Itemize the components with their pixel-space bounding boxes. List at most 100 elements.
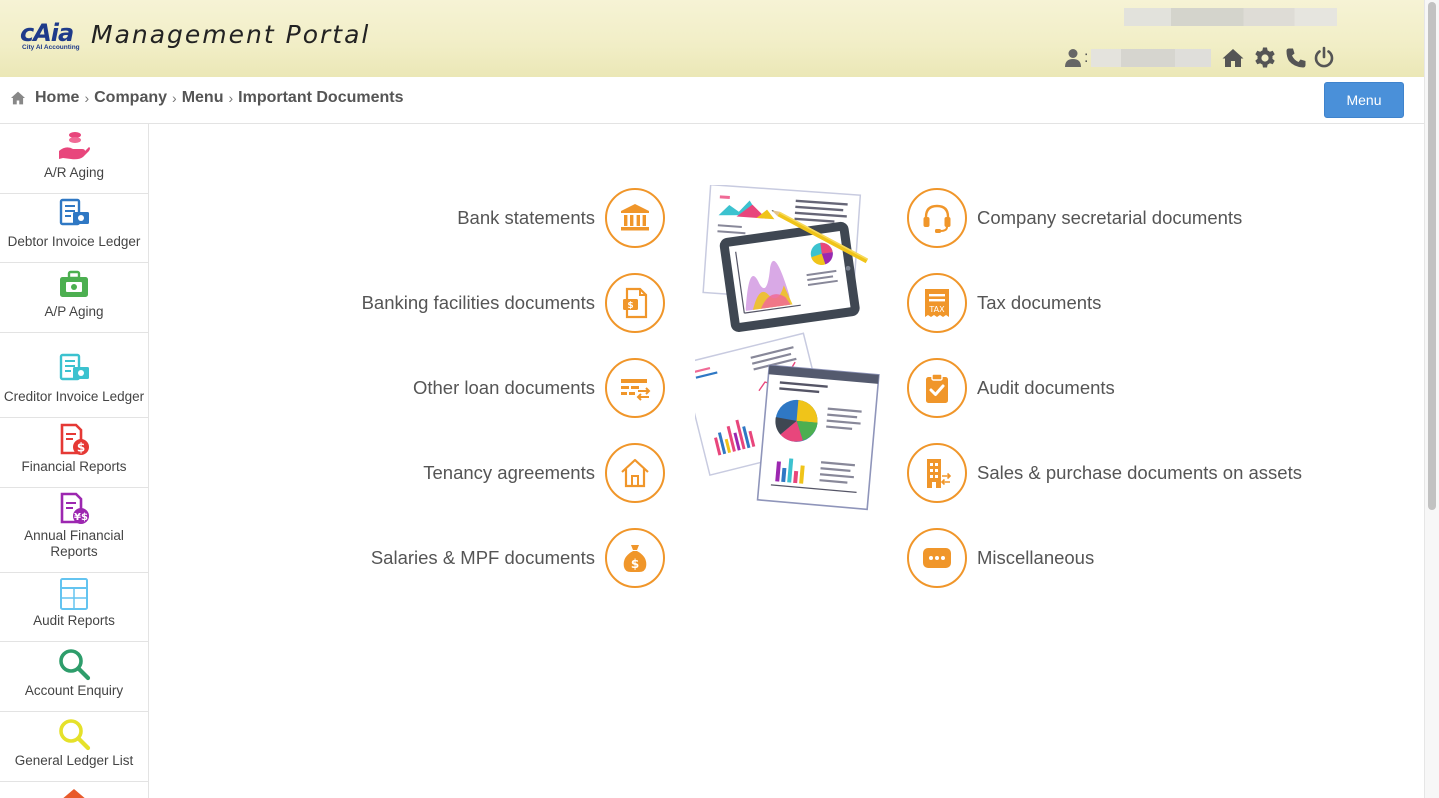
sidebar-item-label: General Ledger List bbox=[14, 753, 134, 768]
app-window: cAia City AI Accounting Management Porta… bbox=[0, 0, 1439, 798]
doc-icon-circle bbox=[605, 188, 665, 248]
doc-icon-circle bbox=[605, 358, 665, 418]
svg-text:$: $ bbox=[77, 441, 85, 455]
company-logo[interactable]: cAia City AI Accounting bbox=[20, 20, 84, 52]
scrollbar-thumb[interactable] bbox=[1428, 2, 1436, 510]
sidebar-item-label: Debtor Invoice Ledger bbox=[7, 234, 141, 249]
breadcrumb-separator: › bbox=[172, 90, 177, 106]
report-yen-icon: ¥$ bbox=[60, 492, 89, 524]
page-scrollbar[interactable] bbox=[1424, 0, 1439, 798]
headset-icon bbox=[923, 204, 951, 233]
magnifier-icon bbox=[59, 719, 91, 751]
doc-salaries-mpf[interactable]: Salaries & MPF documents $ bbox=[371, 528, 665, 588]
breadcrumb-home-icon[interactable] bbox=[10, 91, 26, 105]
breadcrumb-bar: Home › Company › Menu › Important Docume… bbox=[0, 77, 1424, 124]
sidebar-item-annual-financial-reports[interactable]: ¥$ Annual Financial Reports bbox=[0, 488, 148, 573]
doc-icon-circle: TAX bbox=[907, 273, 967, 333]
logo-subtitle: City AI Accounting bbox=[22, 44, 80, 51]
magnifier-icon bbox=[59, 649, 91, 681]
sidebar-item-partial[interactable] bbox=[0, 782, 148, 798]
breadcrumb-company[interactable]: Company bbox=[94, 89, 167, 107]
sidebar-item-account-enquiry[interactable]: Account Enquiry bbox=[0, 642, 148, 712]
gear-icon[interactable] bbox=[1253, 46, 1277, 70]
sidebar-item-label: Account Enquiry bbox=[24, 683, 124, 698]
sidebar-item-ar-aging[interactable]: A/R Aging bbox=[0, 124, 148, 194]
doc-tax[interactable]: TAX Tax documents bbox=[907, 273, 1101, 333]
menu-button[interactable]: Menu bbox=[1324, 82, 1404, 118]
money-bag-icon: $ bbox=[623, 545, 647, 572]
doc-bank-statements[interactable]: Bank statements bbox=[457, 188, 665, 248]
redacted-company-name bbox=[1124, 8, 1337, 26]
breadcrumb-menu[interactable]: Menu bbox=[182, 89, 224, 107]
calculator-icon bbox=[60, 578, 88, 610]
doc-label: Banking facilities documents bbox=[361, 292, 595, 313]
doc-icon-circle bbox=[605, 443, 665, 503]
doc-label: Tenancy agreements bbox=[423, 462, 595, 483]
breadcrumb-separator: › bbox=[228, 90, 234, 106]
breadcrumb-home[interactable]: Home bbox=[35, 89, 79, 107]
doc-label: Other loan documents bbox=[412, 377, 595, 398]
top-header: cAia City AI Accounting Management Porta… bbox=[0, 0, 1424, 77]
documents-illustration bbox=[695, 185, 880, 511]
svg-text:¥$: ¥$ bbox=[74, 512, 88, 523]
doc-label: Miscellaneous bbox=[977, 547, 1095, 568]
doc-label: Sales & purchase documents on assets bbox=[977, 462, 1302, 483]
sidebar-item-financial-reports[interactable]: $ Financial Reports bbox=[0, 418, 148, 488]
phone-icon[interactable] bbox=[1284, 46, 1308, 70]
dollar-file-icon: $ bbox=[623, 287, 648, 319]
doc-sales-purchase-assets[interactable]: Sales & purchase documents on assets bbox=[907, 443, 1302, 503]
doc-label: Tax documents bbox=[977, 292, 1102, 313]
doc-icon-circle bbox=[907, 188, 967, 248]
sidebar: A/R Aging Debtor Invoice Ledger A/P Agin… bbox=[0, 124, 149, 798]
briefcase-cash-icon bbox=[60, 270, 88, 297]
user-colon: : bbox=[1084, 49, 1089, 66]
sidebar-item-general-ledger-list[interactable]: General Ledger List bbox=[0, 712, 148, 782]
doc-other-loan[interactable]: Other loan documents bbox=[413, 358, 665, 418]
breadcrumb-current: Important Documents bbox=[238, 89, 404, 106]
portal-title: Management Portal bbox=[91, 20, 371, 49]
user-icon bbox=[1065, 49, 1081, 67]
house-icon bbox=[621, 458, 649, 488]
sidebar-item-label: Financial Reports bbox=[21, 459, 127, 474]
clipboard-check-icon bbox=[926, 373, 948, 403]
doc-label: Salaries & MPF documents bbox=[370, 547, 595, 568]
report-dollar-icon: $ bbox=[60, 423, 89, 455]
chat-dots-icon bbox=[923, 548, 951, 568]
sidebar-item-label: Annual Financial Reports bbox=[24, 528, 124, 559]
svg-text:TAX: TAX bbox=[928, 305, 945, 314]
doc-icon-circle: $ bbox=[605, 528, 665, 588]
doc-label: Audit documents bbox=[977, 377, 1115, 398]
house-roof-icon bbox=[63, 789, 85, 798]
sidebar-item-ap-aging[interactable]: A/P Aging bbox=[0, 263, 148, 333]
doc-icon-circle bbox=[907, 528, 967, 588]
doc-label: Company secretarial documents bbox=[977, 207, 1243, 228]
sidebar-item-debtor-invoice-ledger[interactable]: Debtor Invoice Ledger bbox=[0, 194, 148, 263]
home-icon[interactable] bbox=[1221, 46, 1245, 70]
user-info: : bbox=[1064, 44, 1212, 72]
redacted-user-name bbox=[1091, 49, 1212, 67]
invoice-ledger-icon bbox=[59, 353, 89, 381]
breadcrumb: Home › Company › Menu › Important Docume… bbox=[10, 89, 404, 107]
sidebar-item-audit-reports[interactable]: Audit Reports bbox=[0, 573, 148, 642]
important-documents-panel: Bank statements Banking facilities docum… bbox=[150, 125, 1424, 798]
doc-miscellaneous[interactable]: Miscellaneous bbox=[907, 528, 1094, 588]
power-icon[interactable] bbox=[1312, 46, 1336, 70]
doc-label: Bank statements bbox=[457, 207, 595, 228]
doc-banking-facilities[interactable]: Banking facilities documents $ bbox=[362, 273, 665, 333]
doc-audit[interactable]: Audit documents bbox=[907, 358, 1115, 418]
svg-text:$: $ bbox=[627, 301, 633, 311]
doc-tenancy-agreements[interactable]: Tenancy agreements bbox=[423, 443, 665, 503]
sidebar-item-label: Creditor Invoice Ledger bbox=[3, 389, 145, 404]
sidebar-item-label: A/P Aging bbox=[44, 304, 104, 319]
doc-icon-circle bbox=[907, 358, 967, 418]
doc-company-secretarial[interactable]: Company secretarial documents bbox=[907, 188, 1242, 248]
invoice-ledger-icon bbox=[59, 198, 89, 226]
tax-receipt-icon: TAX bbox=[925, 289, 949, 317]
svg-text:$: $ bbox=[631, 557, 639, 571]
building-icon bbox=[927, 459, 952, 488]
sidebar-item-creditor-invoice-ledger[interactable]: Creditor Invoice Ledger bbox=[0, 333, 148, 418]
bank-icon bbox=[621, 204, 649, 231]
loan-transfer-icon bbox=[621, 379, 651, 401]
hand-coins-icon bbox=[59, 132, 90, 160]
doc-icon-circle: $ bbox=[605, 273, 665, 333]
